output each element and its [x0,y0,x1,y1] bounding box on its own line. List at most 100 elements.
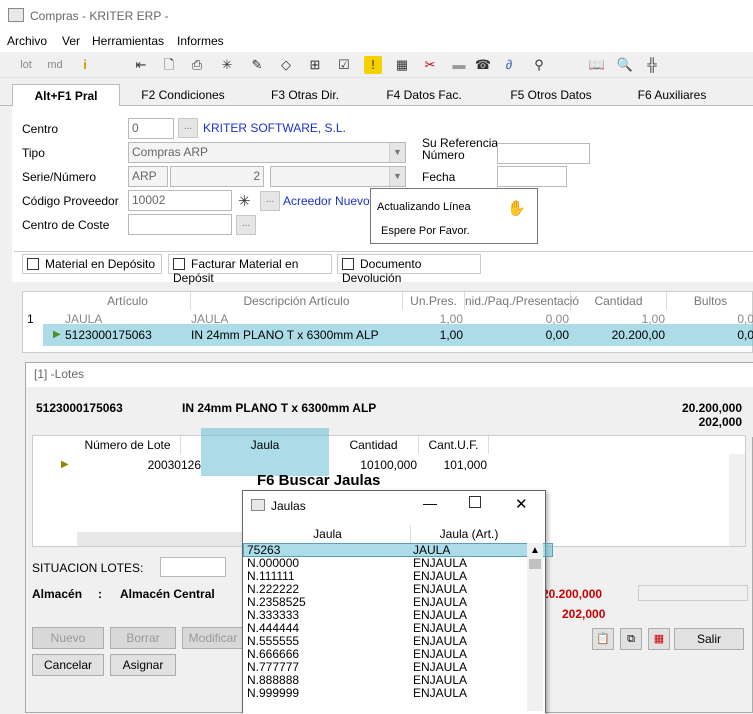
tree-icon[interactable]: ⊞ [306,56,324,74]
col-header-jaula-art[interactable]: Jaula (Art.) [411,525,527,543]
col-header-articulo[interactable]: Artículo [65,292,191,310]
print-icon[interactable]: ⎙ [188,56,206,74]
check-list-icon[interactable]: ☑ [335,56,353,74]
comment-icon[interactable]: ▬ [450,56,468,74]
col-header-bultos[interactable]: Bultos [667,292,753,310]
col-header-descripcion[interactable]: Descripción Artículo [191,292,403,310]
proveedor-lookup-button[interactable]: ... [260,191,280,211]
link-icon[interactable]: ⚲ [530,56,548,74]
jaula-art-item[interactable]: ENJAULA [413,687,467,700]
status-popup: Actualizando Línea Espere Por Favor. ✋ [370,188,538,244]
jaulas-title: Jaulas [271,499,306,513]
facturar-material-checkbox[interactable]: Facturar Material en Depósit [168,254,332,285]
fecha-field[interactable] [497,166,567,187]
col-header-jaula[interactable]: Jaula [201,436,329,454]
lotes-header: 5123000175063 IN 24mm PLANO T x 6300mm A… [26,387,753,437]
cell-descripcion[interactable]: IN 24mm PLANO T x 6300mm ALP [191,328,379,342]
menu-herramientas[interactable]: Herramientas [92,34,164,48]
centro-field[interactable]: 0 [128,118,174,139]
coste-field[interactable] [128,214,232,235]
selected-row-highlight[interactable] [243,543,553,557]
situacion-field[interactable] [160,557,226,577]
proveedor-name[interactable]: Acreedor Nuevo S [283,194,381,208]
cell-cantidad[interactable]: 20.200,00 [571,328,665,342]
horizontal-scrollbar[interactable] [77,532,257,546]
book-icon[interactable]: 📖 [588,56,606,74]
warning-icon[interactable]: ! [364,56,382,74]
info-icon[interactable]: i [76,56,94,74]
asterisk-icon[interactable]: ✳ [218,56,236,74]
preview-icon[interactable]: 🗋 [160,56,178,74]
col-header-cantidad[interactable]: Cantidad [329,436,419,454]
cell-numero-lote[interactable]: 20030126 [75,458,201,472]
serie-select[interactable]: ▼ [270,166,406,187]
cage-icon[interactable]: ▦ [648,628,670,650]
salir-button[interactable]: Salir [674,628,744,650]
vertical-scrollbar[interactable]: ▲ [527,543,543,711]
proveedor-search-icon[interactable]: ✳ [238,192,251,210]
paperclip-icon[interactable]: ∂ [500,56,518,74]
su-referencia-field[interactable] [497,143,590,164]
maximize-icon[interactable] [469,496,481,508]
edit-icon[interactable]: ✎ [248,56,266,74]
documento-devolucion-checkbox[interactable]: Documento Devolución [337,254,481,285]
cell-cant-uf[interactable]: 101,000 [419,458,487,472]
situacion-label: SITUACION LOTES: [32,561,144,575]
cell-cantidad[interactable]: 10100,000 [329,458,417,472]
cell-presentacion[interactable]: 0,00 [465,328,569,342]
lote-total1: 20.200,000 [681,401,742,415]
menu-informes[interactable]: Informes [177,34,224,48]
article-grid: Artículo Descripción Artículo Un.Pres. n… [22,291,753,353]
col-header-cantidad[interactable]: Cantidad [571,292,667,310]
jaula-item[interactable]: N.999999 [247,687,299,700]
lot-button[interactable]: lot [15,56,37,74]
tab-otros-datos[interactable]: F5 Otros Datos [484,84,618,106]
search-doc-icon[interactable]: 🔍 [616,56,634,74]
minimize-icon[interactable]: — [423,495,437,511]
vertical-scrollbar[interactable] [729,454,745,546]
first-record-icon[interactable]: ⇤ [132,56,150,74]
tools-icon[interactable]: ✂ [421,56,439,74]
grid-icon[interactable]: ╬ [643,56,661,74]
progress-field [638,585,748,601]
numero-label: Número [422,148,465,162]
tab-condiciones[interactable]: F2 Condiciones [120,84,246,106]
menu-archivo[interactable]: Archivo [7,34,47,48]
scroll-up-icon[interactable]: ▲ [530,545,540,556]
asignar-button[interactable]: Asignar [110,654,176,676]
paste-icon[interactable]: 📋 [592,628,614,650]
proveedor-field[interactable]: 10002 [128,190,232,211]
nuevo-button[interactable]: Nuevo [32,627,104,649]
cell-unpres[interactable]: 1,00 [403,328,463,342]
cell-articulo[interactable]: 5123000175063 [65,328,152,342]
md-button[interactable]: md [44,56,66,74]
scroll-thumb[interactable] [529,559,541,569]
numero-field[interactable]: 2 [170,166,264,187]
close-icon[interactable]: ✕ [515,495,528,513]
col-header-cant-uf[interactable]: Cant.U.F. [419,436,489,454]
copy-icon[interactable]: ⧉ [620,628,642,650]
modificar-button[interactable]: Modificar [182,627,244,649]
col-header-jaula[interactable]: Jaula [245,525,411,543]
tipo-select[interactable]: Compras ARP ▼ [128,142,406,163]
material-deposito-label: Material en Depósito [45,257,156,271]
tab-pral[interactable]: Alt+F1 Pral [12,84,120,108]
eraser-icon[interactable]: ◇ [277,56,295,74]
phone-icon[interactable]: ☎ [474,56,492,74]
tab-datos-fac[interactable]: F4 Datos Fac. [364,84,484,106]
calendar-icon[interactable]: ▦ [393,56,411,74]
col-header-numero-lote[interactable]: Número de Lote [75,436,181,454]
serie-field[interactable]: ARP [128,166,168,187]
coste-lookup-button[interactable]: ... [236,215,256,235]
centro-lookup-button[interactable]: ... [178,118,198,138]
col-header-presentacion[interactable]: nid./Paq./Presentació [465,292,579,310]
material-deposito-checkbox[interactable]: Material en Depósito [22,254,162,274]
menu-ver[interactable]: Ver [62,34,80,48]
cancelar-button[interactable]: Cancelar [32,654,104,676]
tab-auxiliares[interactable]: F6 Auxiliares [618,84,726,106]
borrar-button[interactable]: Borrar [110,627,176,649]
cell-bultos[interactable]: 0,0 [723,328,753,342]
col-header-unpres[interactable]: Un.Pres. [403,292,465,310]
tab-otras-dir[interactable]: F3 Otras Dir. [246,84,364,106]
centro-name[interactable]: KRITER SOFTWARE, S.L. [203,121,346,135]
